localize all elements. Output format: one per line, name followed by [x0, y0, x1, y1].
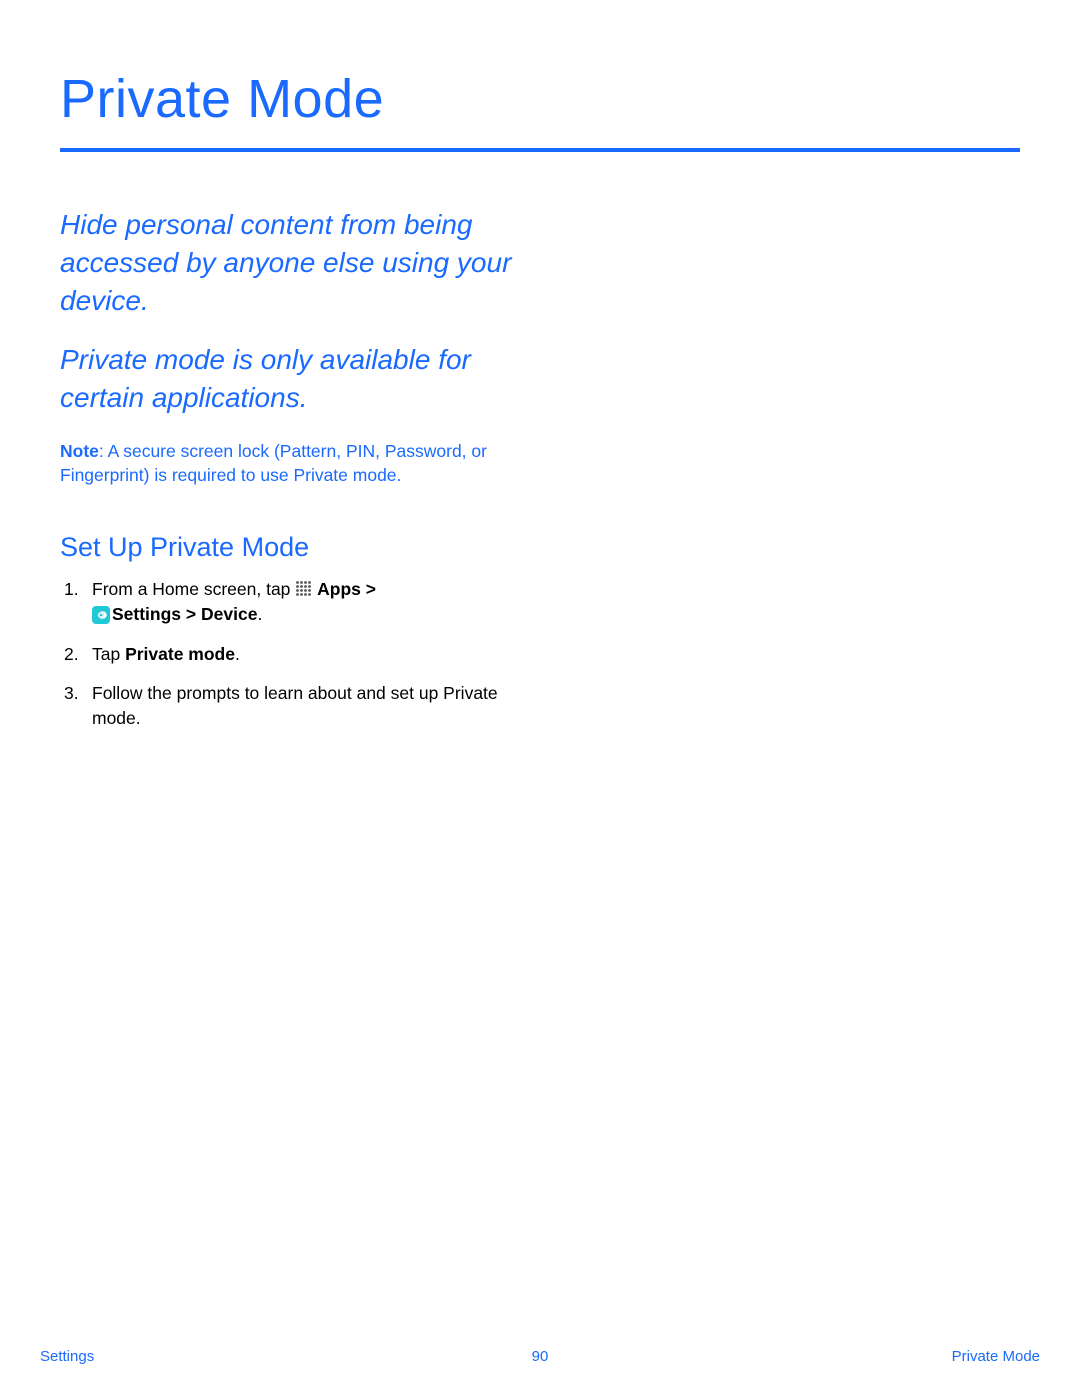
step1-settings: Settings — [112, 604, 181, 624]
step-1: From a Home screen, tap Apps > Settings … — [60, 577, 510, 628]
step1-device: Device — [201, 604, 257, 624]
step-2: Tap Private mode. — [60, 642, 510, 667]
section-heading: Set Up Private Mode — [60, 532, 1020, 563]
step1-dot: . — [257, 604, 262, 624]
title-divider — [60, 148, 1020, 152]
step1-gt1: > — [361, 579, 376, 599]
footer-page-number: 90 — [532, 1348, 549, 1365]
note-text: : A secure screen lock (Pattern, PIN, Pa… — [60, 441, 487, 486]
page-title: Private Mode — [60, 68, 1020, 148]
step2-bold: Private mode — [125, 644, 235, 664]
footer-right: Private Mode — [952, 1348, 1040, 1365]
note-paragraph: Note: A secure screen lock (Pattern, PIN… — [60, 439, 490, 488]
apps-grid-icon — [295, 579, 312, 596]
steps-list: From a Home screen, tap Apps > Settings … — [60, 577, 510, 732]
note-label: Note — [60, 441, 99, 461]
step-3: Follow the prompts to learn about and se… — [60, 681, 510, 732]
intro-block: Hide personal content from being accesse… — [60, 206, 540, 417]
intro-paragraph-2: Private mode is only available for certa… — [60, 341, 540, 417]
step1-pre: From a Home screen, tap — [92, 579, 295, 599]
step2-dot: . — [235, 644, 240, 664]
step1-apps: Apps — [317, 579, 361, 599]
page-footer: Settings 90 Private Mode — [40, 1348, 1040, 1365]
footer-left: Settings — [40, 1348, 94, 1365]
step1-gt2: > — [181, 604, 201, 624]
intro-paragraph-1: Hide personal content from being accesse… — [60, 206, 540, 319]
step2-pre: Tap — [92, 644, 125, 664]
settings-gear-icon — [92, 606, 110, 624]
